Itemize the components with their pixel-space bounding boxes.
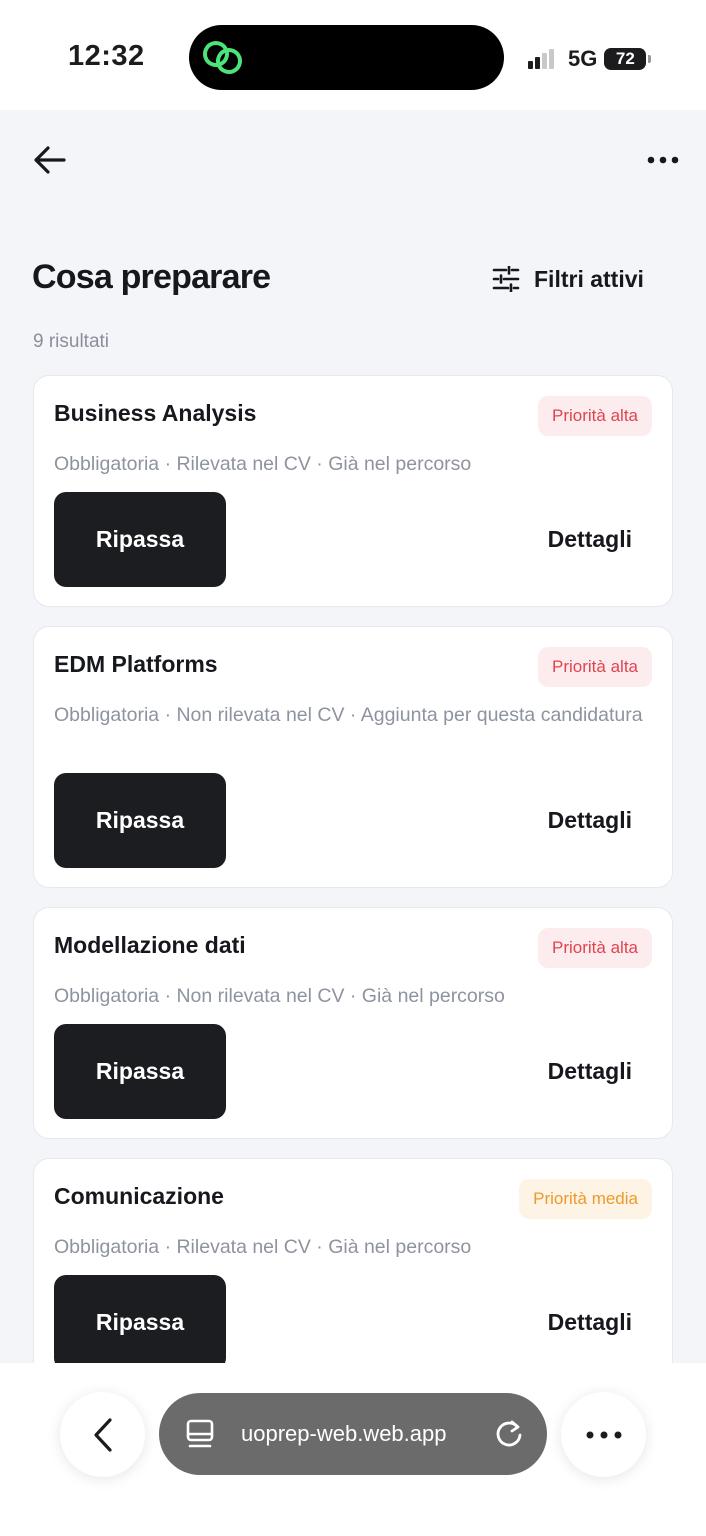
more-menu-button[interactable] [643, 140, 683, 180]
card-title: EDM Platforms [54, 651, 218, 677]
status-time: 12:32 [68, 40, 145, 72]
review-button[interactable]: Ripassa [54, 492, 226, 587]
card-meta: Obbligatoria · Non rilevata nel CV · Agg… [54, 704, 643, 726]
network-type: 5G [568, 46, 598, 71]
page-title: Cosa preparare [32, 258, 271, 296]
card-title: Business Analysis [54, 400, 257, 426]
browser-back-button[interactable] [60, 1392, 145, 1477]
card-meta: Obbligatoria · Rilevata nel CV · Già nel… [54, 1236, 472, 1258]
result-count: 9 risultati [33, 331, 110, 352]
priority-badge: Priorità alta [538, 396, 652, 436]
browser-more-button[interactable] [561, 1392, 646, 1477]
back-button[interactable] [30, 140, 70, 180]
back-arrow-icon [34, 146, 66, 174]
page-content: Cosa preparare Filtri attivi 9 risultati… [0, 110, 706, 1363]
app-logo-icon [203, 41, 242, 74]
review-button[interactable]: Ripassa [54, 773, 226, 868]
topic-card: EDM Platforms Priorità alta Obbligatoria… [33, 626, 673, 888]
card-meta: Obbligatoria · Non rilevata nel CV · Già… [54, 985, 505, 1007]
tabs-icon [186, 1419, 214, 1448]
filters-button[interactable]: Filtri attivi [492, 262, 644, 296]
priority-badge: Priorità alta [538, 928, 652, 968]
status-indicators: 5G 72 [526, 44, 652, 74]
chevron-left-icon [93, 1417, 112, 1452]
card-title: Comunicazione [54, 1183, 224, 1209]
review-button[interactable]: Ripassa [54, 1275, 226, 1363]
filters-label: Filtri attivi [534, 265, 644, 292]
card-title: Modellazione dati [54, 932, 246, 958]
card-meta: Obbligatoria · Rilevata nel CV · Già nel… [54, 453, 472, 475]
details-button[interactable]: Dettagli [548, 773, 632, 868]
battery-icon: 72 [604, 48, 652, 70]
priority-badge: Priorità media [519, 1179, 652, 1219]
status-bar: 12:32 5G 72 [0, 0, 706, 110]
more-icon [647, 156, 679, 164]
more-icon [586, 1431, 621, 1438]
details-button[interactable]: Dettagli [548, 492, 632, 587]
review-button[interactable]: Ripassa [54, 1024, 226, 1119]
topic-card: Comunicazione Priorità media Obbligatori… [33, 1158, 673, 1363]
priority-badge: Priorità alta [538, 647, 652, 687]
browser-toolbar: uoprep-web.web.app [0, 1363, 706, 1536]
signal-icon [526, 47, 560, 71]
details-button[interactable]: Dettagli [548, 1024, 632, 1119]
topic-card: Business Analysis Priorità alta Obbligat… [33, 375, 673, 607]
dynamic-island [189, 25, 504, 90]
url-text: uoprep-web.web.app [241, 1421, 447, 1446]
filter-icon [492, 266, 520, 292]
reload-icon[interactable] [493, 1418, 525, 1450]
topic-card: Modellazione dati Priorità alta Obbligat… [33, 907, 673, 1139]
details-button[interactable]: Dettagli [548, 1275, 632, 1363]
battery-level: 72 [615, 49, 635, 68]
address-bar[interactable]: uoprep-web.web.app [159, 1393, 547, 1475]
